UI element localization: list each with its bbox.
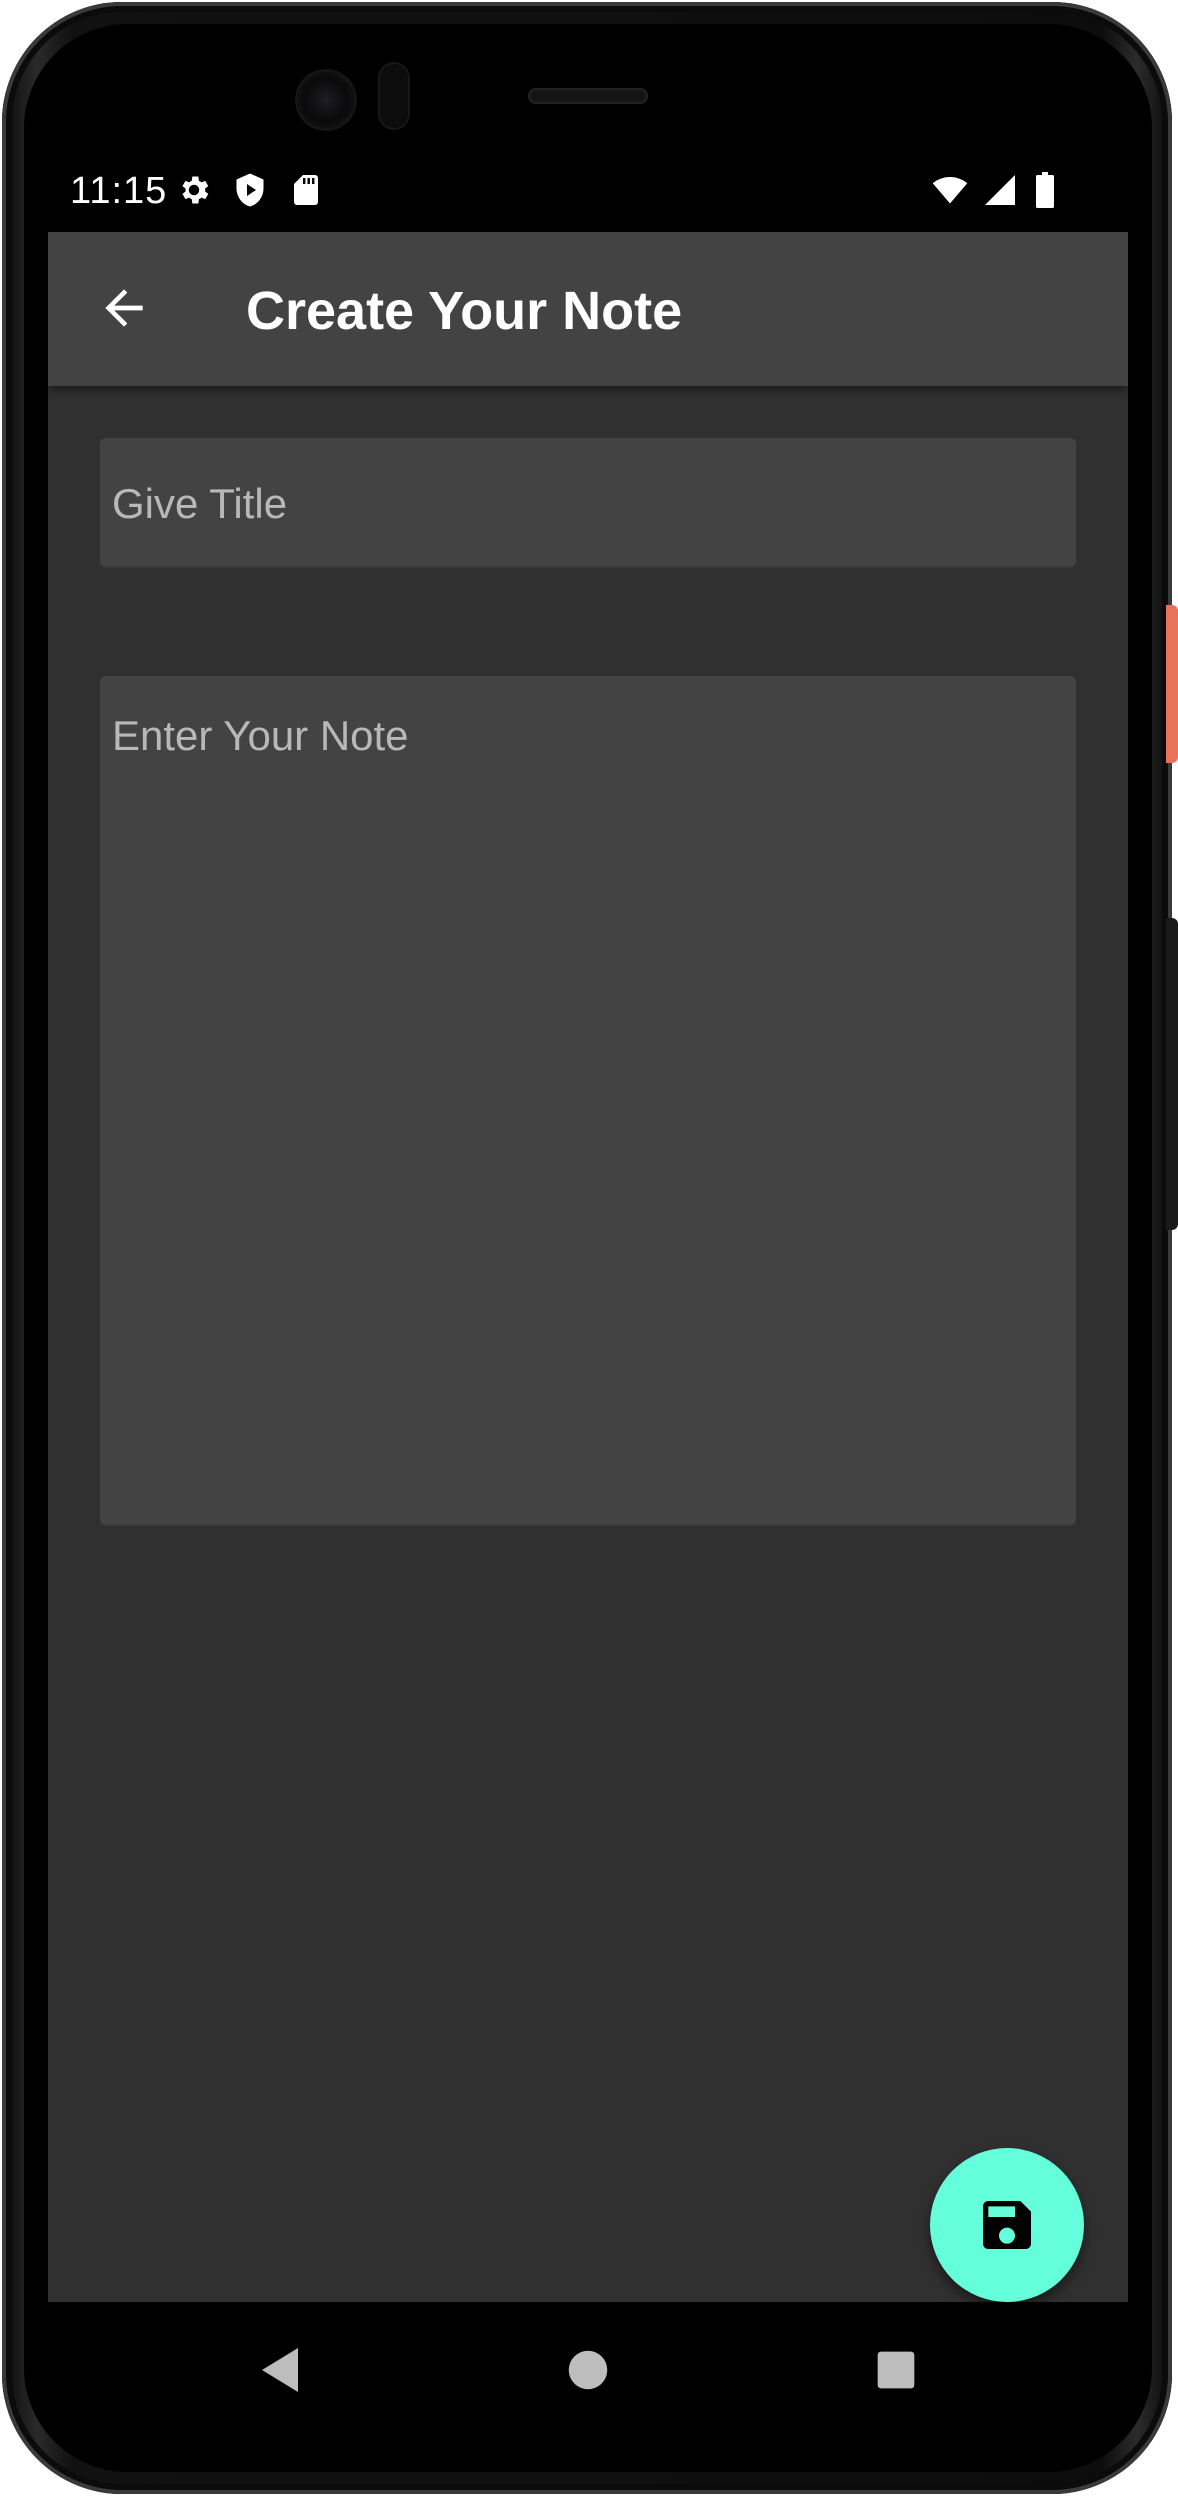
nav-home-button[interactable] [560, 2342, 616, 2398]
sd-card-icon [294, 175, 318, 205]
note-textarea[interactable]: Enter Your Note [100, 676, 1076, 1526]
shield-play-icon [236, 173, 264, 207]
phone-frame: 11:15 Create Your Note Give Title Enter … [2, 2, 1172, 2494]
status-time: 11:15 [70, 170, 168, 212]
screen: 11:15 Create Your Note Give Title Enter … [48, 142, 1128, 2428]
note-editor: Give Title Enter Your Note [48, 386, 1128, 2302]
power-button [1166, 605, 1178, 763]
back-button[interactable] [88, 272, 160, 344]
back-triangle-icon [262, 2348, 298, 2392]
gear-icon [182, 176, 209, 204]
status-bar: 11:15 [48, 142, 1128, 232]
volume-button [1166, 918, 1178, 1230]
arrow-back-icon [105, 289, 143, 327]
earpiece-speaker [528, 88, 648, 104]
front-camera [298, 72, 354, 128]
recents-square-icon [877, 2351, 915, 2389]
page-title: Create Your Note [246, 281, 683, 341]
app-bar: Create Your Note [48, 232, 1128, 386]
nav-back-button[interactable] [252, 2342, 308, 2398]
save-button[interactable] [930, 2148, 1084, 2302]
proximity-sensor [380, 64, 408, 128]
cell-signal-icon [985, 175, 1015, 205]
title-placeholder: Give Title [112, 480, 288, 527]
system-nav-bar [48, 2302, 1128, 2428]
wifi-icon [932, 176, 968, 204]
save-icon [983, 2201, 1031, 2249]
title-input[interactable]: Give Title [100, 438, 1076, 568]
nav-recents-button[interactable] [868, 2342, 924, 2398]
note-placeholder: Enter Your Note [112, 712, 409, 759]
home-circle-icon [568, 2350, 608, 2390]
battery-icon [1036, 172, 1054, 208]
